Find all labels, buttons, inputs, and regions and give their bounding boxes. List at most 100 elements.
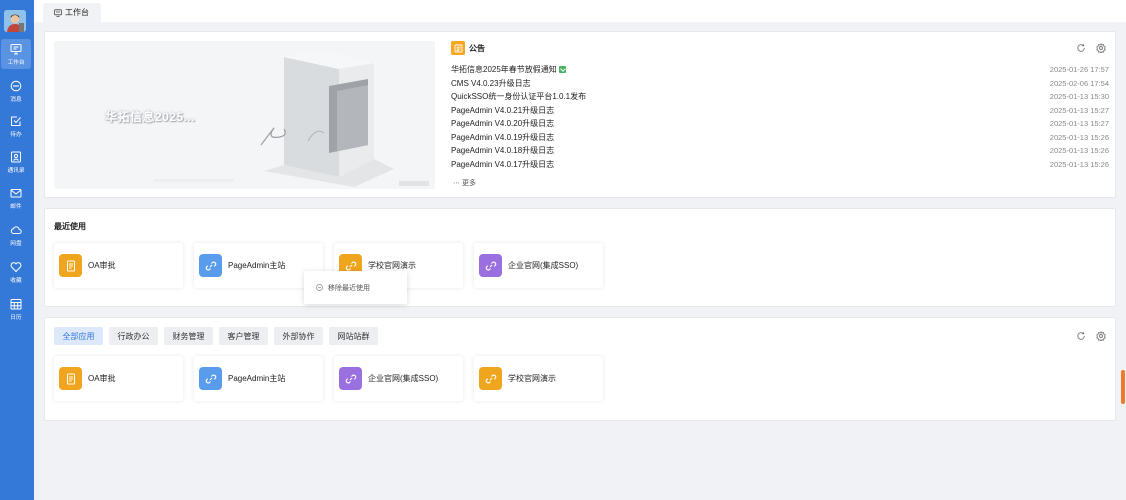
tab-all-apps[interactable]: 全部应用 bbox=[54, 327, 103, 345]
sidebar-item-label: 通讯录 bbox=[7, 167, 25, 174]
sidebar-item-workbench[interactable]: 工作台 bbox=[1, 39, 31, 69]
app-name: OA审批 bbox=[88, 374, 116, 383]
notice-item[interactable]: CMS V4.0.23升级日志 2025-02-06 17:54 bbox=[451, 77, 1109, 90]
link-icon bbox=[339, 367, 362, 390]
link-icon bbox=[479, 254, 502, 277]
notice-item-date: 2025-01-13 15:27 bbox=[1049, 106, 1109, 115]
notice-item[interactable]: PageAdmin V4.0.17升级日志 2025-01-13 15:26 bbox=[451, 158, 1109, 171]
notice-item-date: 2025-01-13 15:26 bbox=[1049, 146, 1109, 155]
contacts-icon bbox=[11, 151, 21, 162]
notice-hero-banner[interactable]: 华拓信息2025... bbox=[54, 41, 435, 189]
notice-item-date: 2025-01-13 15:26 bbox=[1049, 133, 1109, 142]
notice-item-date: 2025-01-13 15:26 bbox=[1049, 160, 1109, 169]
avatar[interactable] bbox=[4, 10, 26, 32]
mail-icon bbox=[10, 188, 22, 197]
minus-circle-icon bbox=[316, 284, 323, 291]
sidebar-item-todo[interactable]: 待办 bbox=[1, 111, 31, 141]
tab-customer[interactable]: 客户管理 bbox=[219, 327, 268, 345]
app-tile-oa[interactable]: OA审批 bbox=[54, 243, 183, 288]
todo-icon bbox=[11, 116, 21, 126]
all-apps-card: 全部应用 行政办公 财务管理 客户管理 外部协作 网站站群 OA审批 PageA… bbox=[44, 317, 1116, 421]
document-icon bbox=[59, 367, 82, 390]
scrollbar-handle[interactable] bbox=[1121, 370, 1125, 404]
refresh-icon[interactable] bbox=[1076, 331, 1086, 341]
notice-item[interactable]: PageAdmin V4.0.21升级日志 2025-01-13 15:27 bbox=[451, 104, 1109, 117]
sidebar-item-calendar[interactable]: 日历 bbox=[1, 294, 31, 324]
app-name: 学校官网演示 bbox=[368, 261, 416, 270]
notice-item-date: 2025-02-06 17:54 bbox=[1049, 79, 1109, 88]
notice-icon bbox=[451, 41, 465, 55]
sidebar-item-mail[interactable]: 邮件 bbox=[1, 183, 31, 213]
heart-icon bbox=[10, 261, 22, 272]
notice-item-date: 2025-01-26 17:57 bbox=[1049, 65, 1109, 74]
tab-workbench[interactable]: 工作台 bbox=[43, 3, 101, 22]
message-icon bbox=[10, 80, 22, 91]
tab-finance[interactable]: 财务管理 bbox=[164, 327, 213, 345]
sidebar-item-label: 待办 bbox=[10, 131, 22, 138]
monitor-icon bbox=[54, 8, 62, 17]
cloud-icon bbox=[10, 225, 22, 234]
app-name: PageAdmin主站 bbox=[228, 261, 286, 270]
notice-item[interactable]: PageAdmin V4.0.20升级日志 2025-01-13 15:27 bbox=[451, 117, 1109, 130]
recent-apps-card: 最近使用 OA审批 PageAdmin主站 学校官网演示 企业官网(集成SSO) bbox=[44, 208, 1116, 307]
link-icon bbox=[199, 367, 222, 390]
tab-site-group[interactable]: 网站站群 bbox=[329, 327, 378, 345]
app-tile-enterprise-sso[interactable]: 企业官网(集成SSO) bbox=[474, 243, 603, 288]
notice-item-title: PageAdmin V4.0.17升级日志 bbox=[451, 160, 555, 169]
app-tile-enterprise-sso[interactable]: 企业官网(集成SSO) bbox=[334, 356, 463, 401]
tab-bar: 工作台 bbox=[34, 0, 1126, 22]
more-link[interactable]: ⋯ 更多 bbox=[453, 178, 476, 188]
notice-item-date: 2025-01-13 15:27 bbox=[1049, 119, 1109, 128]
app-tile-oa[interactable]: OA审批 bbox=[54, 356, 183, 401]
notice-item-title: PageAdmin V4.0.19升级日志 bbox=[451, 133, 555, 142]
app-name: 学校官网演示 bbox=[508, 374, 556, 383]
link-icon bbox=[199, 254, 222, 277]
notice-item[interactable]: 华拓信息2025年春节放假通知 2025-01-26 17:57 bbox=[451, 63, 1109, 76]
tab-admin-office[interactable]: 行政办公 bbox=[109, 327, 158, 345]
app-name: 企业官网(集成SSO) bbox=[508, 261, 579, 270]
sidebar-item-label: 工作台 bbox=[7, 59, 25, 66]
notice-item-date: 2025-01-13 15:30 bbox=[1049, 92, 1109, 101]
sidebar-item-label: 消息 bbox=[10, 96, 22, 103]
more-label: 更多 bbox=[461, 180, 476, 187]
ellipsis-icon: ⋯ bbox=[453, 180, 460, 187]
calendar-icon bbox=[10, 298, 22, 309]
sidebar-item-favorites[interactable]: 收藏 bbox=[1, 257, 31, 287]
app-name: 企业官网(集成SSO) bbox=[368, 374, 439, 383]
link-icon bbox=[479, 367, 502, 390]
app-name: PageAdmin主站 bbox=[228, 374, 286, 383]
app-tile-pageadmin[interactable]: PageAdmin主站 bbox=[194, 356, 323, 401]
notice-item-title: 华拓信息2025年春节放假通知 bbox=[451, 65, 557, 74]
sidebar-item-contacts[interactable]: 通讯录 bbox=[1, 147, 31, 177]
sidebar: 工作台 消息 待办 通讯录 邮件 网盘 收藏 日历 bbox=[0, 0, 34, 500]
remove-recent-menu-item[interactable]: 移除最近使用 bbox=[304, 271, 407, 304]
notice-item-title: PageAdmin V4.0.21升级日志 bbox=[451, 106, 555, 115]
notice-item-title: CMS V4.0.23升级日志 bbox=[451, 79, 531, 88]
notice-item[interactable]: PageAdmin V4.0.18升级日志 2025-01-13 15:26 bbox=[451, 144, 1109, 157]
notice-item[interactable]: PageAdmin V4.0.19升级日志 2025-01-13 15:26 bbox=[451, 131, 1109, 144]
settings-icon[interactable] bbox=[1096, 43, 1106, 53]
tab-label: 工作台 bbox=[65, 8, 89, 17]
document-icon bbox=[59, 254, 82, 277]
notice-item-title: QuickSSO统一身份认证平台1.0.1发布 bbox=[451, 92, 587, 101]
sidebar-item-label: 邮件 bbox=[10, 203, 22, 210]
sidebar-item-label: 收藏 bbox=[10, 277, 22, 284]
monitor-icon bbox=[10, 43, 22, 54]
app-name: OA审批 bbox=[88, 261, 116, 270]
tab-external[interactable]: 外部协作 bbox=[274, 327, 323, 345]
sidebar-item-cloud-drive[interactable]: 网盘 bbox=[1, 220, 31, 250]
notice-item-title: PageAdmin V4.0.18升级日志 bbox=[451, 146, 555, 155]
refresh-icon[interactable] bbox=[1076, 43, 1086, 53]
notice-item[interactable]: QuickSSO统一身份认证平台1.0.1发布 2025-01-13 15:30 bbox=[451, 90, 1109, 103]
notice-item-title: PageAdmin V4.0.20升级日志 bbox=[451, 119, 555, 128]
new-badge-icon bbox=[558, 66, 566, 73]
app-tile-school-site[interactable]: 学校官网演示 bbox=[474, 356, 603, 401]
recent-title: 最近使用 bbox=[54, 222, 86, 231]
sidebar-item-label: 网盘 bbox=[10, 240, 22, 247]
notice-card: 华拓信息2025... 公告 华拓信息2025年春节放假通知 2025-01-2… bbox=[44, 31, 1116, 198]
hero-title: 华拓信息2025... bbox=[105, 110, 196, 124]
menu-item-label: 移除最近使用 bbox=[328, 284, 370, 292]
notice-title: 公告 bbox=[469, 44, 485, 53]
settings-icon[interactable] bbox=[1096, 331, 1106, 341]
sidebar-item-message[interactable]: 消息 bbox=[1, 76, 31, 106]
